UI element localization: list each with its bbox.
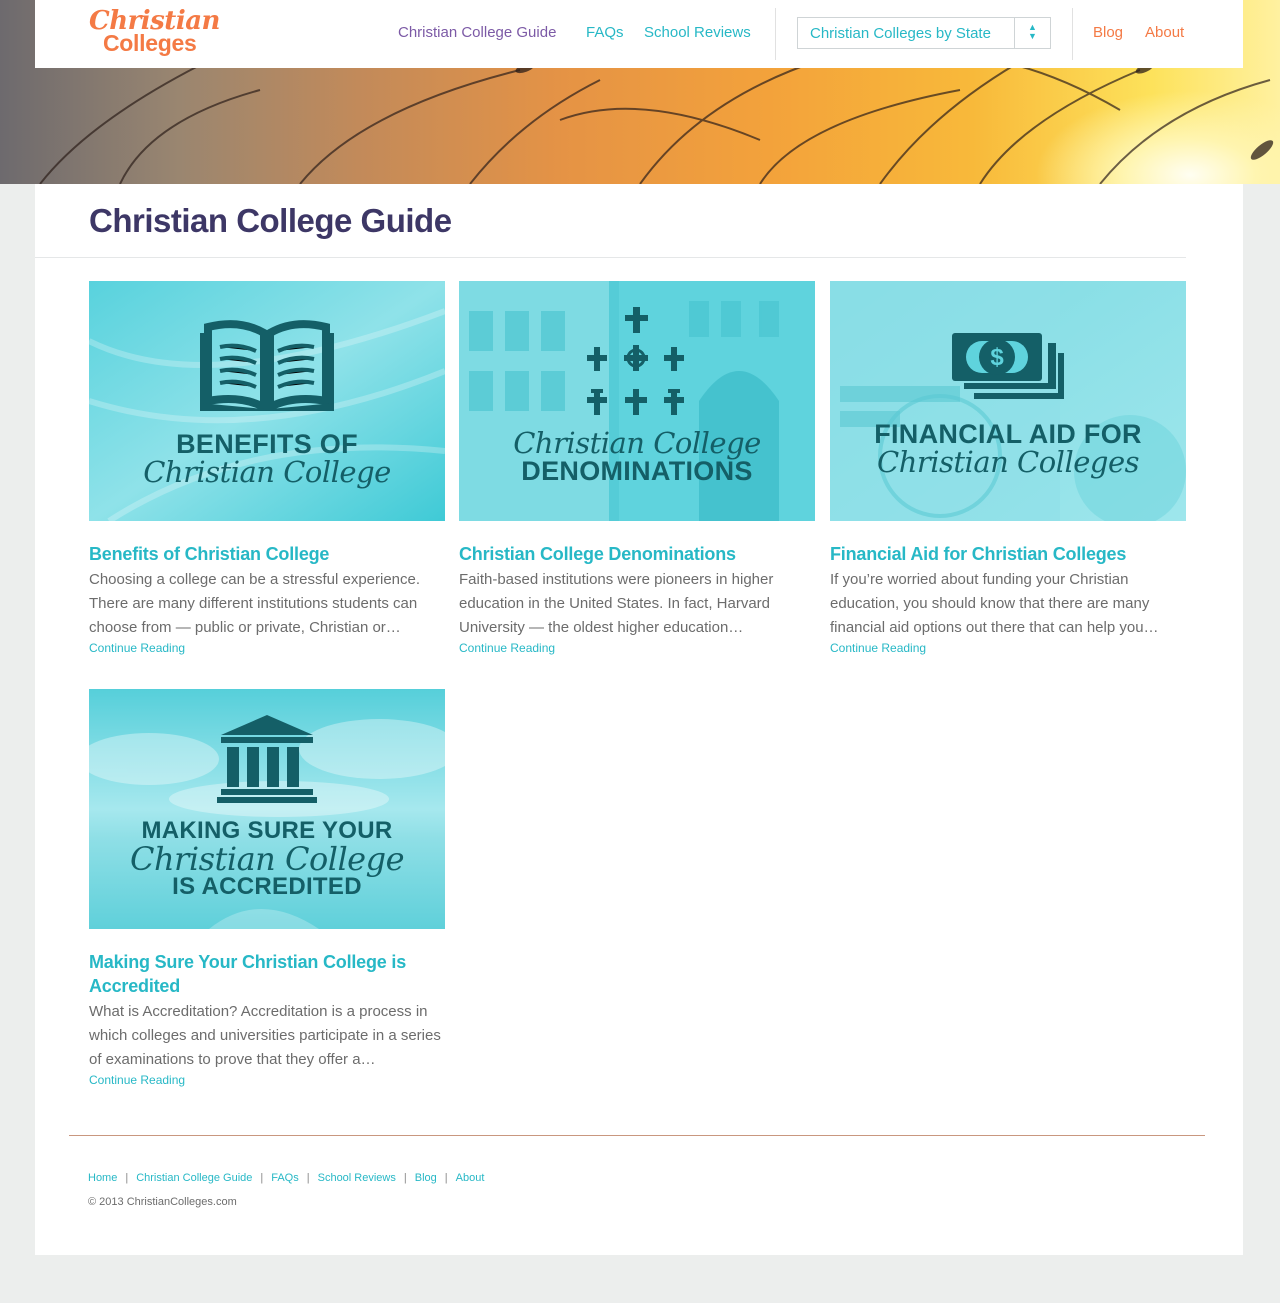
article-card: $ FINANCIAL AID FOR Christian Colleges F… bbox=[830, 281, 1186, 655]
article-image[interactable]: Christian College DENOMINATIONS bbox=[459, 281, 815, 521]
page-title: Christian College Guide bbox=[89, 202, 452, 239]
footer-link-school-reviews[interactable]: School Reviews bbox=[318, 1172, 396, 1184]
footer-separator: | bbox=[260, 1172, 264, 1184]
state-select-value: Christian Colleges by State bbox=[810, 25, 991, 42]
nav-link-faqs[interactable]: FAQs bbox=[586, 24, 624, 41]
article-card: BENEFITS OF Christian College Benefits o… bbox=[89, 281, 445, 655]
article-image[interactable]: MAKING SURE YOUR Christian College IS AC… bbox=[89, 689, 445, 929]
article-title[interactable]: Financial Aid for Christian Colleges bbox=[830, 542, 1186, 566]
caption-line-2: Christian Colleges bbox=[877, 445, 1139, 479]
nav-divider bbox=[775, 8, 776, 60]
article-image[interactable]: $ FINANCIAL AID FOR Christian Colleges bbox=[830, 281, 1186, 521]
arrow-down-icon: ▼ bbox=[1028, 31, 1037, 41]
logo-line-1: Christian bbox=[89, 6, 220, 36]
continue-reading-link[interactable]: Continue Reading bbox=[89, 1073, 445, 1087]
money-stack-icon: $ bbox=[952, 333, 1064, 399]
title-divider bbox=[35, 257, 1186, 258]
select-arrows-icon: ▲ ▼ bbox=[1014, 18, 1050, 48]
article-image-caption: Christian College DENOMINATIONS bbox=[459, 429, 815, 485]
article-excerpt: If you’re worried about funding your Chr… bbox=[830, 571, 1159, 636]
footer-separator: | bbox=[125, 1172, 129, 1184]
caption-line-2: Christian College bbox=[143, 455, 391, 489]
article-title[interactable]: Making Sure Your Christian College is Ac… bbox=[89, 950, 445, 998]
crosses-icon bbox=[587, 307, 684, 415]
caption-line-1: BENEFITS OF bbox=[176, 429, 358, 459]
nav-link-about[interactable]: About bbox=[1145, 24, 1184, 41]
caption-line-1: FINANCIAL AID FOR bbox=[874, 419, 1142, 449]
article-image-caption: MAKING SURE YOUR Christian College IS AC… bbox=[89, 819, 445, 899]
footer-separator: | bbox=[444, 1172, 448, 1184]
footer-divider bbox=[69, 1135, 1205, 1136]
article-card: MAKING SURE YOUR Christian College IS AC… bbox=[89, 689, 445, 1087]
footer-links: Home | Christian College Guide | FAQs | School… bbox=[88, 1172, 484, 1184]
article-image-caption: BENEFITS OF Christian College bbox=[89, 431, 445, 487]
article-title[interactable]: Benefits of Christian College bbox=[89, 542, 445, 566]
continue-reading-link[interactable]: Continue Reading bbox=[459, 641, 815, 655]
article-excerpt: What is Accreditation? Accreditation is … bbox=[89, 1003, 441, 1068]
open-book-icon bbox=[200, 320, 334, 411]
footer-separator: | bbox=[306, 1172, 310, 1184]
continue-reading-link[interactable]: Continue Reading bbox=[89, 641, 445, 655]
nav-link-christian-college-guide[interactable]: Christian College Guide bbox=[398, 24, 556, 41]
nav-divider bbox=[1072, 8, 1073, 60]
footer-link-faqs[interactable]: FAQs bbox=[271, 1172, 299, 1184]
article-title[interactable]: Christian College Denominations bbox=[459, 542, 815, 566]
caption-line-2: Christian College bbox=[129, 840, 405, 878]
article-card: Christian College DENOMINATIONS Christia… bbox=[459, 281, 815, 655]
caption-line-3: IS ACCREDITED bbox=[172, 873, 362, 900]
caption-line-2: DENOMINATIONS bbox=[521, 456, 753, 486]
article-excerpt: Faith-based institutions were pioneers i… bbox=[459, 571, 774, 636]
state-select-dropdown[interactable]: Christian Colleges by State ▲ ▼ bbox=[797, 17, 1051, 49]
footer-separator: | bbox=[403, 1172, 407, 1184]
footer-link-christian-college-guide[interactable]: Christian College Guide bbox=[136, 1172, 252, 1184]
article-image[interactable]: BENEFITS OF Christian College bbox=[89, 281, 445, 521]
main-content: Christian College Guide BENEFITS OF Chri… bbox=[35, 184, 1243, 1255]
footer-link-home[interactable]: Home bbox=[88, 1172, 117, 1184]
institution-building-icon bbox=[217, 715, 317, 803]
footer-link-blog[interactable]: Blog bbox=[415, 1172, 437, 1184]
article-image-caption: FINANCIAL AID FOR Christian Colleges bbox=[830, 421, 1186, 477]
caption-line-1: Christian College bbox=[513, 426, 761, 460]
article-excerpt: Choosing a college can be a stressful ex… bbox=[89, 571, 421, 636]
site-logo[interactable]: Christian Colleges bbox=[89, 6, 229, 60]
svg-text:$: $ bbox=[990, 344, 1004, 371]
continue-reading-link[interactable]: Continue Reading bbox=[830, 641, 1186, 655]
nav-link-school-reviews[interactable]: School Reviews bbox=[644, 24, 751, 41]
nav-link-blog[interactable]: Blog bbox=[1093, 24, 1123, 41]
copyright-notice: © 2013 ChristianColleges.com bbox=[88, 1196, 237, 1208]
footer-link-about[interactable]: About bbox=[456, 1172, 485, 1184]
top-navigation: Christian Colleges Christian College Gui… bbox=[35, 0, 1243, 68]
